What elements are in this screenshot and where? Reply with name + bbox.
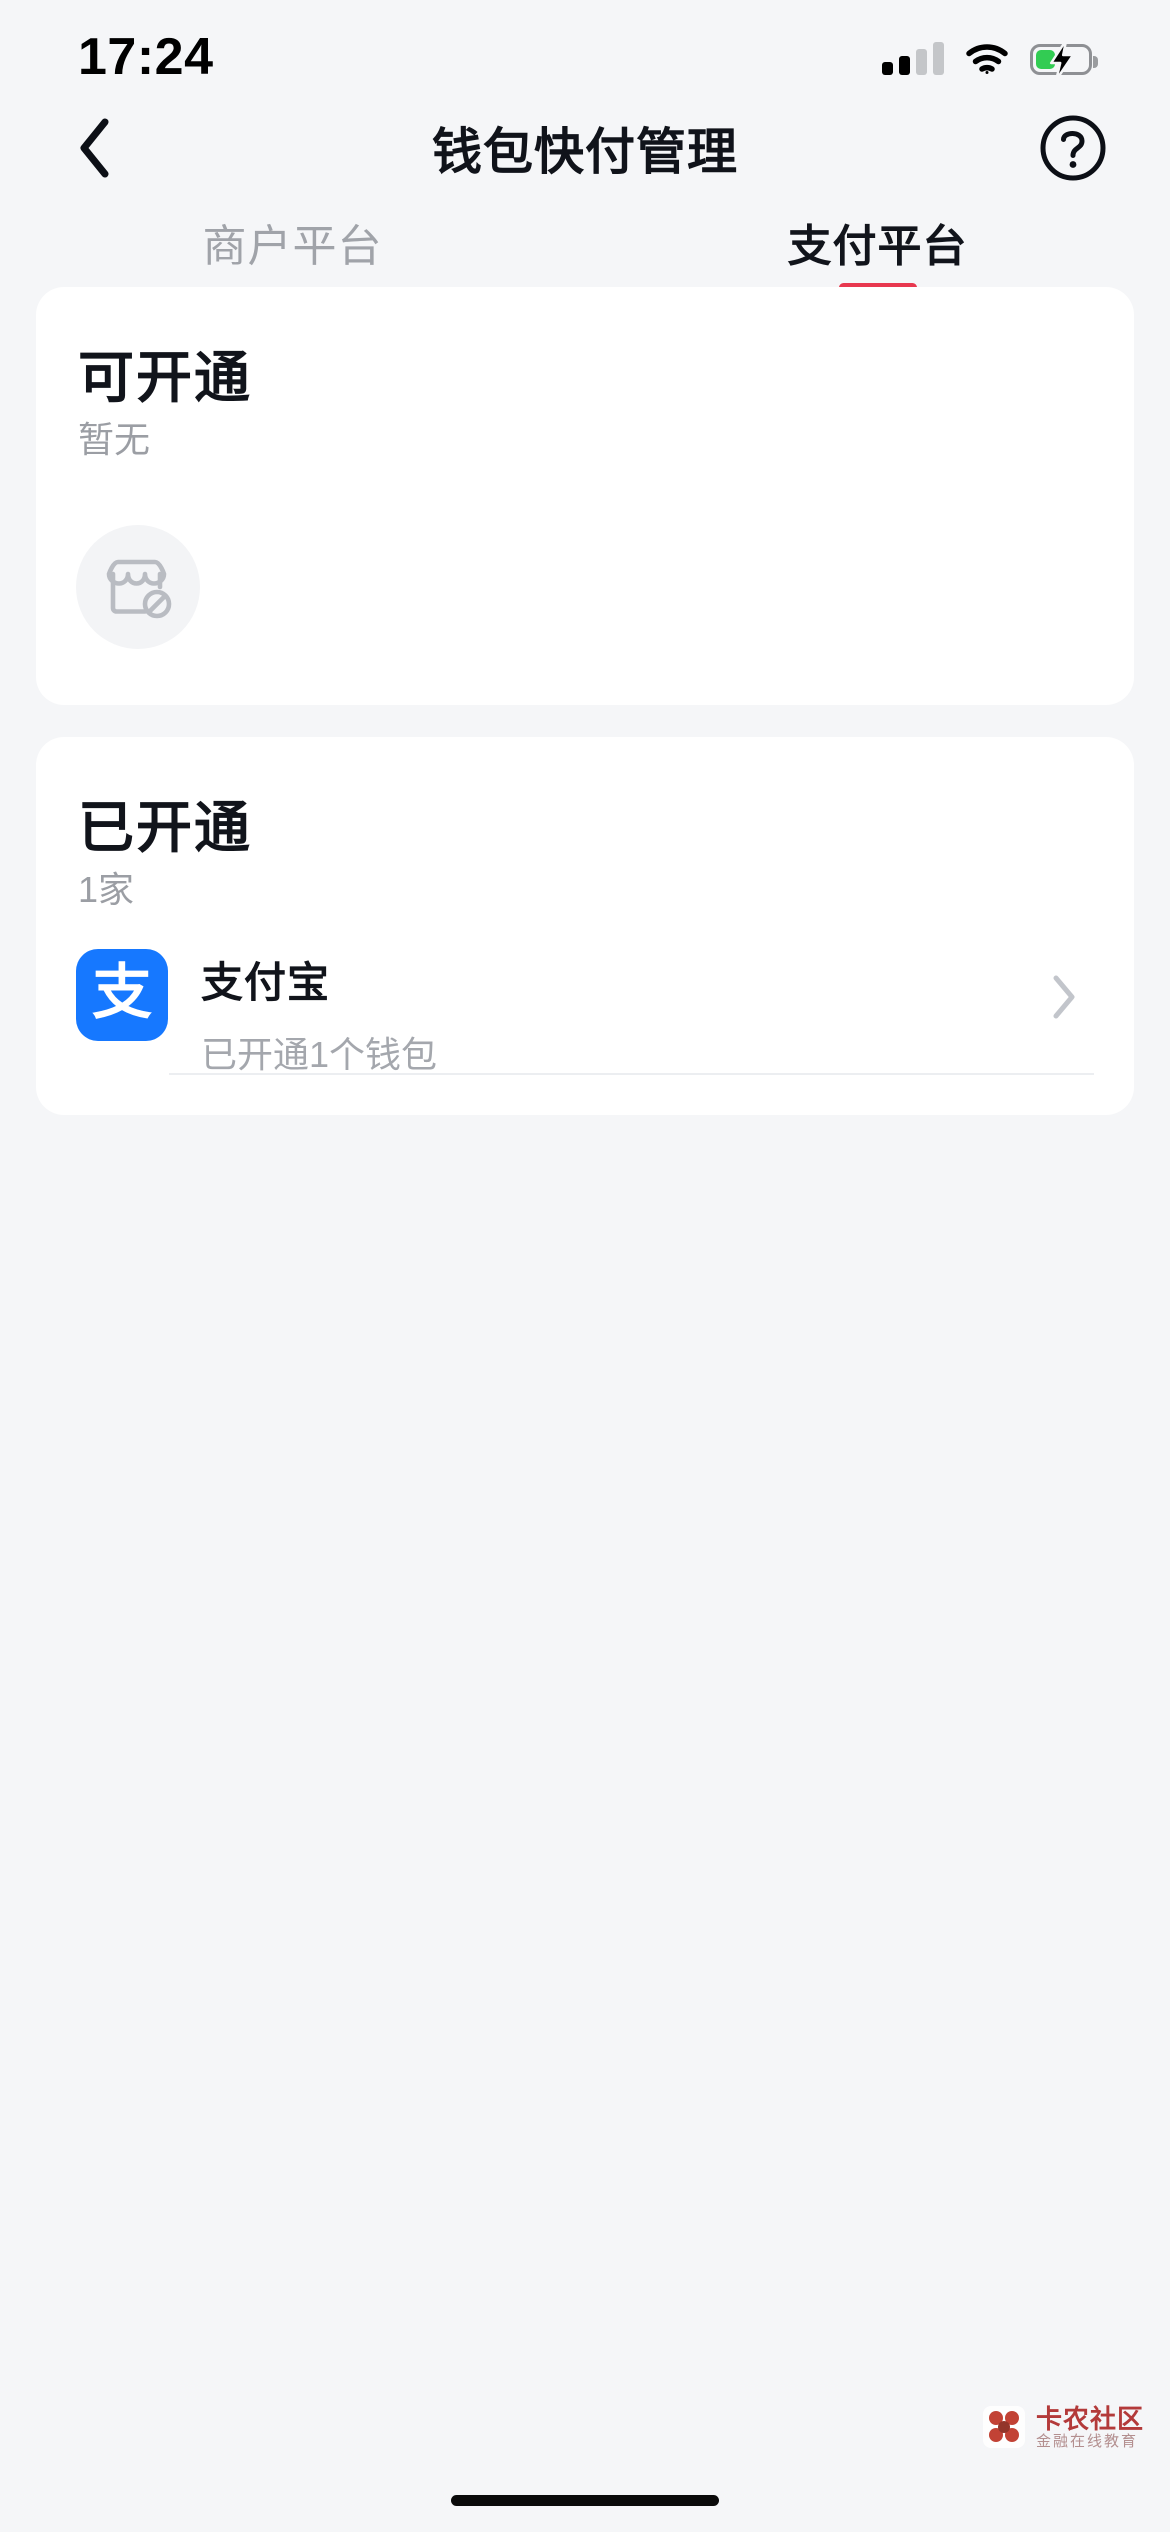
watermark-title: 卡农社区 bbox=[1035, 2403, 1144, 2434]
page-title: 钱包快付管理 bbox=[432, 123, 738, 180]
navigation-bar: 钱包快付管理 bbox=[0, 95, 1170, 200]
tab-merchant-platform[interactable]: 商户平台 bbox=[0, 200, 585, 300]
back-button[interactable] bbox=[40, 95, 150, 200]
watermark-subtitle: 金融在线教育 bbox=[1035, 2432, 1138, 2450]
list-divider bbox=[169, 1073, 1094, 1075]
list-item[interactable]: 支 支付宝 已开通1个钱包 bbox=[76, 947, 1094, 1075]
available-card-title: 可开通 bbox=[78, 346, 252, 409]
back-chevron-icon bbox=[80, 118, 109, 177]
enabled-platforms-card: 已开通 1家 支 支付宝 已开通1个钱包 bbox=[36, 737, 1134, 1115]
kanong-logo-icon bbox=[982, 2405, 1026, 2449]
charging-bolt-icon bbox=[1049, 39, 1075, 80]
tab-label: 商户平台 bbox=[202, 222, 383, 271]
tab-payment-platform[interactable]: 支付平台 bbox=[585, 200, 1170, 300]
tab-bar: 商户平台 支付平台 bbox=[0, 200, 1170, 300]
tab-label: 支付平台 bbox=[787, 222, 968, 271]
enabled-card-subtitle: 1家 bbox=[78, 869, 135, 910]
status-bar-indicators bbox=[882, 39, 1098, 80]
store-disabled-icon bbox=[106, 559, 172, 619]
alipay-logo-icon: 支 bbox=[76, 949, 168, 1041]
watermark: 卡农社区 金融在线教育 bbox=[982, 2405, 1144, 2450]
watermark-text: 卡农社区 金融在线教育 bbox=[1036, 2405, 1144, 2450]
help-circle-icon bbox=[1040, 115, 1106, 180]
wifi-icon bbox=[966, 43, 1008, 75]
available-platforms-card: 可开通 暂无 bbox=[36, 287, 1134, 705]
battery-charging-icon bbox=[1030, 39, 1098, 80]
home-indicator-bar[interactable] bbox=[451, 2495, 719, 2506]
cellular-signal-icon bbox=[882, 39, 944, 75]
list-item-subtitle: 已开通1个钱包 bbox=[201, 1034, 438, 1075]
status-bar-time: 17:24 bbox=[78, 28, 214, 86]
chevron-right-icon[interactable] bbox=[1034, 951, 1094, 1043]
empty-state bbox=[76, 525, 200, 649]
available-card-subtitle: 暂无 bbox=[78, 419, 151, 460]
list-item-text: 支付宝 已开通1个钱包 bbox=[201, 947, 1034, 1078]
list-item-title: 支付宝 bbox=[201, 959, 331, 1006]
status-bar: 17:24 bbox=[0, 0, 1170, 100]
enabled-card-title: 已开通 bbox=[78, 796, 252, 859]
help-button[interactable] bbox=[1018, 95, 1128, 200]
alipay-logo-glyph: 支 bbox=[92, 959, 152, 1026]
